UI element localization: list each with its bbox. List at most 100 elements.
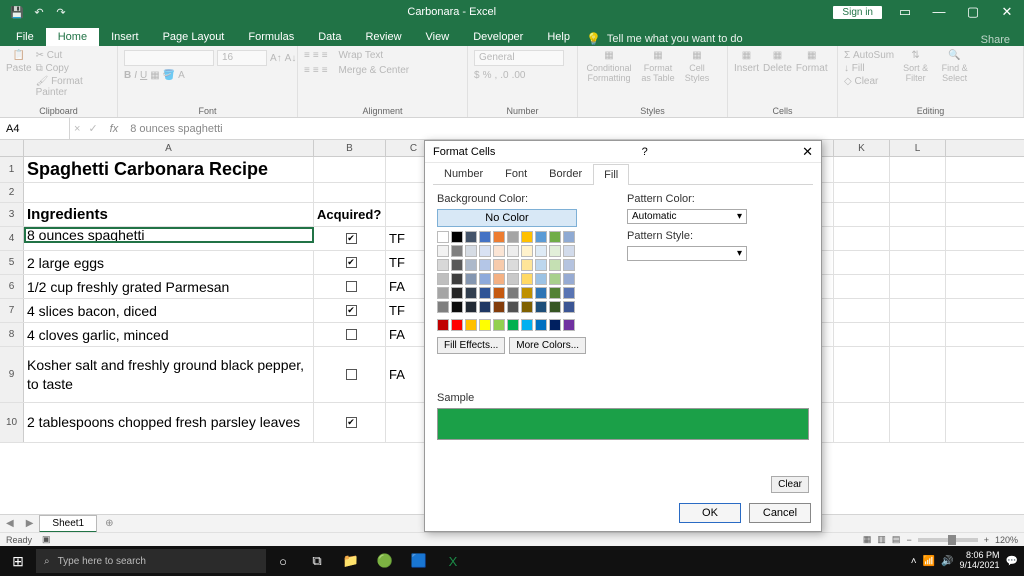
color-swatch[interactable] <box>563 319 575 331</box>
fill-button[interactable]: Fill <box>852 63 865 74</box>
color-swatch[interactable] <box>563 287 575 299</box>
sheet-nav-next-icon[interactable]: ▶ <box>20 518 40 529</box>
color-swatch[interactable] <box>535 287 547 299</box>
more-colors-button[interactable]: More Colors... <box>509 337 586 354</box>
cell[interactable] <box>834 183 890 202</box>
row-header[interactable]: 5 <box>0 251 24 274</box>
cell[interactable] <box>834 403 890 442</box>
color-swatch[interactable] <box>451 287 463 299</box>
cell[interactable] <box>890 299 946 322</box>
cell[interactable]: Kosher salt and freshly ground black pep… <box>24 347 314 402</box>
color-swatch[interactable] <box>563 301 575 313</box>
table-icon[interactable]: ▦ <box>653 50 662 61</box>
tab-insert[interactable]: Insert <box>99 28 151 46</box>
find-button[interactable]: Find & Select <box>937 63 972 83</box>
cell[interactable]: Spaghetti Carbonara Recipe <box>24 157 314 182</box>
italic-button[interactable]: I <box>134 70 137 81</box>
cell[interactable] <box>890 323 946 346</box>
format-button[interactable]: Format <box>796 63 828 74</box>
share-button[interactable]: Share <box>981 34 1010 46</box>
cell[interactable] <box>890 203 946 226</box>
color-swatch[interactable] <box>493 273 505 285</box>
color-swatch[interactable] <box>521 287 533 299</box>
cell[interactable]: 4 cloves garlic, minced <box>24 323 314 346</box>
zoom-value[interactable]: 120% <box>995 535 1018 545</box>
wrap-button[interactable]: Wrap Text <box>339 50 384 61</box>
cell[interactable] <box>890 347 946 402</box>
dialog-clear-button[interactable]: Clear <box>771 476 809 493</box>
find-icon[interactable]: 🔍 <box>948 50 960 61</box>
color-swatch[interactable] <box>507 273 519 285</box>
format-icon[interactable]: ▦ <box>807 50 816 61</box>
color-swatch[interactable] <box>479 319 491 331</box>
zoom-out-icon[interactable]: − <box>906 535 911 545</box>
dialog-tab-font[interactable]: Font <box>494 163 538 184</box>
cell[interactable]: Acquired? <box>314 203 386 226</box>
cell[interactable]: 4 slices bacon, diced <box>24 299 314 322</box>
autosum-button[interactable]: AutoSum <box>853 50 894 61</box>
color-swatch[interactable] <box>437 245 449 257</box>
color-swatch[interactable] <box>563 231 575 243</box>
cell[interactable] <box>314 403 386 442</box>
color-swatch[interactable] <box>465 301 477 313</box>
row-header[interactable]: 9 <box>0 347 24 402</box>
insert-button[interactable]: Insert <box>734 63 759 74</box>
tab-developer[interactable]: Developer <box>461 28 535 46</box>
color-swatch[interactable] <box>507 301 519 313</box>
selectall-corner[interactable] <box>0 140 24 156</box>
alignmid-icon[interactable]: ≡ <box>313 50 319 61</box>
color-swatch[interactable] <box>437 231 449 243</box>
color-swatch[interactable] <box>549 273 561 285</box>
signin-button[interactable]: Sign in <box>833 6 882 19</box>
row-header[interactable]: 2 <box>0 183 24 202</box>
sheet-tab[interactable]: Sheet1 <box>39 515 97 533</box>
tray-network-icon[interactable]: 📶 <box>923 556 935 567</box>
color-swatch[interactable] <box>507 259 519 271</box>
condfmt-icon[interactable]: ▦ <box>604 50 613 61</box>
record-macro-icon[interactable]: ▣ <box>42 534 51 545</box>
color-swatch[interactable] <box>521 301 533 313</box>
dialog-tab-fill[interactable]: Fill <box>593 164 629 185</box>
fx-enter-icon[interactable]: ✓ <box>84 122 101 135</box>
view-pagelayout-icon[interactable]: ▥ <box>877 534 886 545</box>
color-swatch[interactable] <box>493 287 505 299</box>
col-header[interactable]: B <box>314 140 386 156</box>
color-swatch[interactable] <box>563 259 575 271</box>
formatastable-button[interactable]: Format as Table <box>638 63 678 83</box>
color-swatch[interactable] <box>437 287 449 299</box>
color-swatch[interactable] <box>535 259 547 271</box>
tab-data[interactable]: Data <box>306 28 353 46</box>
cell[interactable] <box>890 251 946 274</box>
percent-icon[interactable]: % <box>483 70 492 81</box>
dialog-tab-border[interactable]: Border <box>538 163 593 184</box>
alignleft-icon[interactable]: ≡ <box>304 65 310 76</box>
cell[interactable] <box>24 183 314 202</box>
row-header[interactable]: 10 <box>0 403 24 442</box>
cell[interactable] <box>834 323 890 346</box>
cellstyles-button[interactable]: Cell Styles <box>682 63 712 83</box>
color-swatch[interactable] <box>479 245 491 257</box>
paste-icon[interactable]: 📋 <box>13 50 25 61</box>
close-icon[interactable]: ✕ <box>990 4 1024 20</box>
color-swatch[interactable] <box>465 231 477 243</box>
cell[interactable]: 2 tablespoons chopped fresh parsley leav… <box>24 403 314 442</box>
copy-button[interactable]: Copy <box>46 63 69 74</box>
view-pagebreak-icon[interactable]: ▤ <box>892 534 901 545</box>
dec-decimal-icon[interactable]: .00 <box>512 70 526 81</box>
dialog-close-icon[interactable]: ✕ <box>802 144 813 160</box>
color-swatch[interactable] <box>451 301 463 313</box>
color-swatch[interactable] <box>535 301 547 313</box>
taskview-icon[interactable]: ⧉ <box>300 553 334 569</box>
cell[interactable] <box>314 157 386 182</box>
dialog-cancel-button[interactable]: Cancel <box>749 503 811 523</box>
cellstyles-icon[interactable]: ▦ <box>692 50 701 61</box>
chrome-icon[interactable]: 🟢 <box>368 553 402 569</box>
comma-icon[interactable]: , <box>494 70 497 81</box>
zoom-in-icon[interactable]: + <box>984 535 989 545</box>
alignright-icon[interactable]: ≡ <box>322 65 328 76</box>
condfmt-button[interactable]: Conditional Formatting <box>584 63 634 83</box>
color-swatch[interactable] <box>437 273 449 285</box>
cell[interactable] <box>314 323 386 346</box>
checkbox[interactable] <box>346 257 357 268</box>
pattern-style-select[interactable]: ▾ <box>627 246 747 261</box>
